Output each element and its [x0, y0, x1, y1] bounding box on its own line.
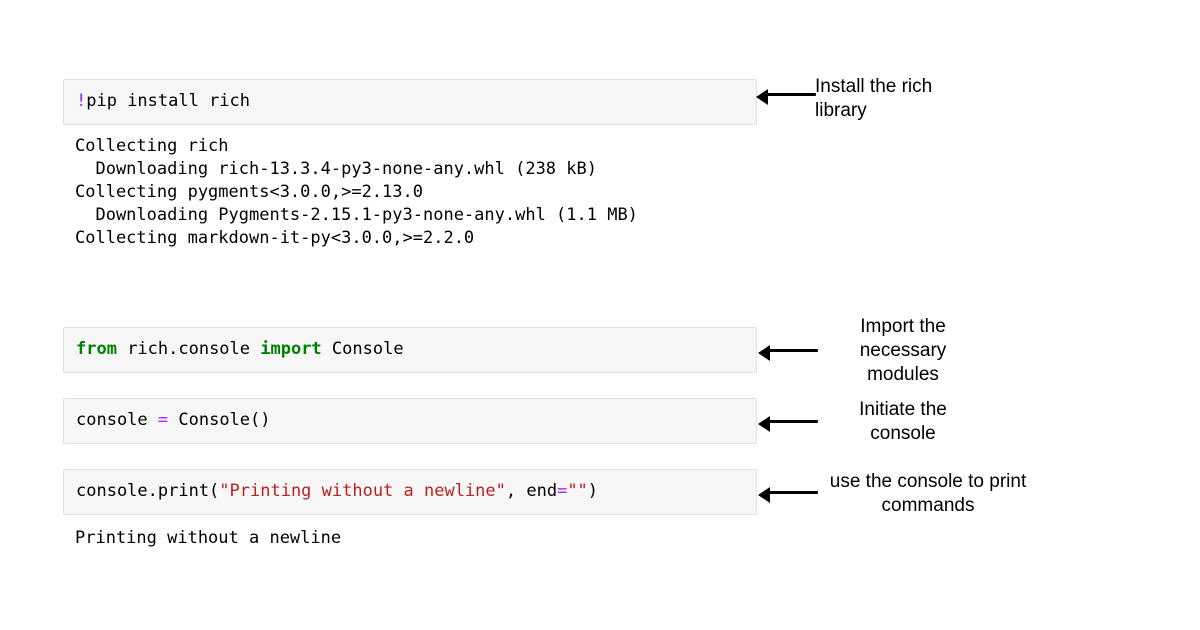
- tutorial-figure: !pip install rich Collecting rich Downlo…: [0, 0, 1200, 630]
- code-output-print: Printing without a newline: [75, 527, 341, 550]
- code-cell-install: !pip install rich: [63, 79, 757, 125]
- code-output-install: Collecting rich Downloading rich-13.3.4-…: [75, 135, 638, 250]
- code-cell-instantiate: console = Console(): [63, 398, 757, 444]
- code-cell-import: from rich.console import Console: [63, 327, 757, 373]
- arrow-to-import: [768, 349, 818, 352]
- annotation-print: use the console to print commands: [828, 470, 1028, 518]
- arrow-to-print: [768, 491, 818, 494]
- arrow-to-instantiate: [768, 420, 818, 423]
- annotation-import: Import the necessary modules: [838, 315, 968, 386]
- annotation-instantiate: Initiate the console: [838, 398, 968, 446]
- code-cell-print: console.print("Printing without a newlin…: [63, 469, 757, 515]
- annotation-install: Install the rich library: [815, 75, 975, 123]
- arrow-to-install: [766, 93, 816, 96]
